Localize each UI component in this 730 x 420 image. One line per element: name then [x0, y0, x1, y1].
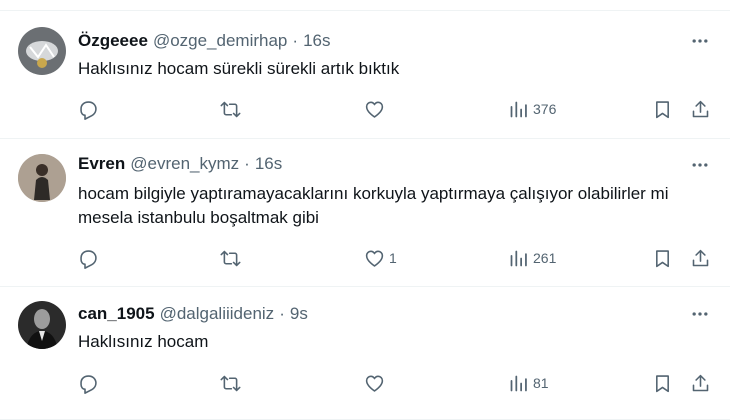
like-icon — [364, 99, 385, 120]
tweet-text: Haklısınız hocam sürekli sürekli artık b… — [78, 59, 400, 78]
views-icon — [508, 373, 529, 394]
bookmark-icon — [652, 373, 673, 394]
tweet-actions: 376 — [0, 95, 730, 123]
share-icon — [690, 373, 711, 394]
share-button[interactable] — [690, 95, 711, 123]
retweet-button[interactable] — [220, 369, 245, 397]
like-icon — [364, 373, 385, 394]
tweet[interactable]: can_1905 @dalgaliiideniz · 9s Haklısınız… — [0, 287, 730, 420]
bookmark-button[interactable] — [652, 95, 673, 123]
tweet-header: Özgeeee @ozge_demirhap · 16s — [78, 29, 330, 53]
retweet-button[interactable] — [220, 244, 245, 272]
more-button[interactable] — [688, 155, 712, 175]
more-icon — [690, 31, 710, 51]
views-icon — [508, 248, 529, 269]
user-handle[interactable]: @ozge_demirhap — [153, 31, 287, 51]
bookmark-button[interactable] — [652, 244, 673, 272]
reply-button[interactable] — [78, 95, 103, 123]
separator: · — [292, 31, 299, 50]
reply-icon — [78, 248, 99, 269]
tweet-text: Haklısınız hocam — [78, 332, 209, 351]
avatar[interactable] — [18, 154, 66, 202]
retweet-icon — [220, 373, 241, 394]
views-count: 261 — [533, 250, 557, 266]
like-button[interactable]: 1 — [364, 244, 397, 272]
timestamp[interactable]: 16s — [255, 154, 282, 174]
display-name[interactable]: Özgeeee — [78, 31, 148, 51]
display-name[interactable]: can_1905 — [78, 304, 155, 324]
display-name[interactable]: Evren — [78, 154, 125, 174]
timestamp[interactable]: 16s — [303, 31, 330, 51]
tweet-actions: 1 261 — [0, 244, 730, 272]
separator: · — [244, 154, 250, 173]
like-button[interactable] — [364, 95, 389, 123]
bookmark-button[interactable] — [652, 369, 673, 397]
tweet[interactable]: Özgeeee @ozge_demirhap · 16s Haklısınız … — [0, 11, 730, 139]
views-count: 376 — [533, 101, 557, 117]
share-button[interactable] — [690, 244, 711, 272]
reply-icon — [78, 99, 99, 120]
more-button[interactable] — [688, 31, 712, 51]
reply-button[interactable] — [78, 369, 103, 397]
reply-button[interactable] — [78, 244, 103, 272]
like-count: 1 — [389, 250, 397, 266]
tweet-header: Evren @evren_kymz · 16s — [78, 152, 282, 176]
user-handle[interactable]: @evren_kymz — [130, 154, 239, 174]
like-button[interactable] — [364, 369, 389, 397]
retweet-icon — [220, 248, 241, 269]
tweet-header: can_1905 @dalgaliiideniz · 9s — [78, 302, 308, 326]
views-count: 81 — [533, 375, 549, 391]
reply-icon — [78, 373, 99, 394]
share-button[interactable] — [690, 369, 711, 397]
tweet-text: hocam bilgiyle yaptıramayacaklarını kork… — [78, 184, 669, 227]
more-icon — [690, 155, 710, 175]
avatar[interactable] — [18, 27, 66, 75]
views-icon — [508, 99, 529, 120]
user-handle[interactable]: @dalgaliiideniz — [160, 304, 275, 324]
more-button[interactable] — [688, 304, 712, 324]
share-icon — [690, 99, 711, 120]
retweet-icon — [220, 99, 241, 120]
share-icon — [690, 248, 711, 269]
timestamp[interactable]: 9s — [290, 304, 308, 324]
bookmark-icon — [652, 248, 673, 269]
bookmark-icon — [652, 99, 673, 120]
avatar[interactable] — [18, 301, 66, 349]
tweet[interactable]: Evren @evren_kymz · 16s hocam bilgiyle y… — [0, 139, 730, 287]
separator: · — [279, 304, 285, 323]
views-button[interactable]: 81 — [508, 369, 549, 397]
views-button[interactable]: 261 — [508, 244, 556, 272]
retweet-button[interactable] — [220, 95, 245, 123]
more-icon — [690, 304, 710, 324]
tweet-actions: 81 — [0, 369, 730, 397]
views-button[interactable]: 376 — [508, 95, 556, 123]
like-icon — [364, 248, 385, 269]
